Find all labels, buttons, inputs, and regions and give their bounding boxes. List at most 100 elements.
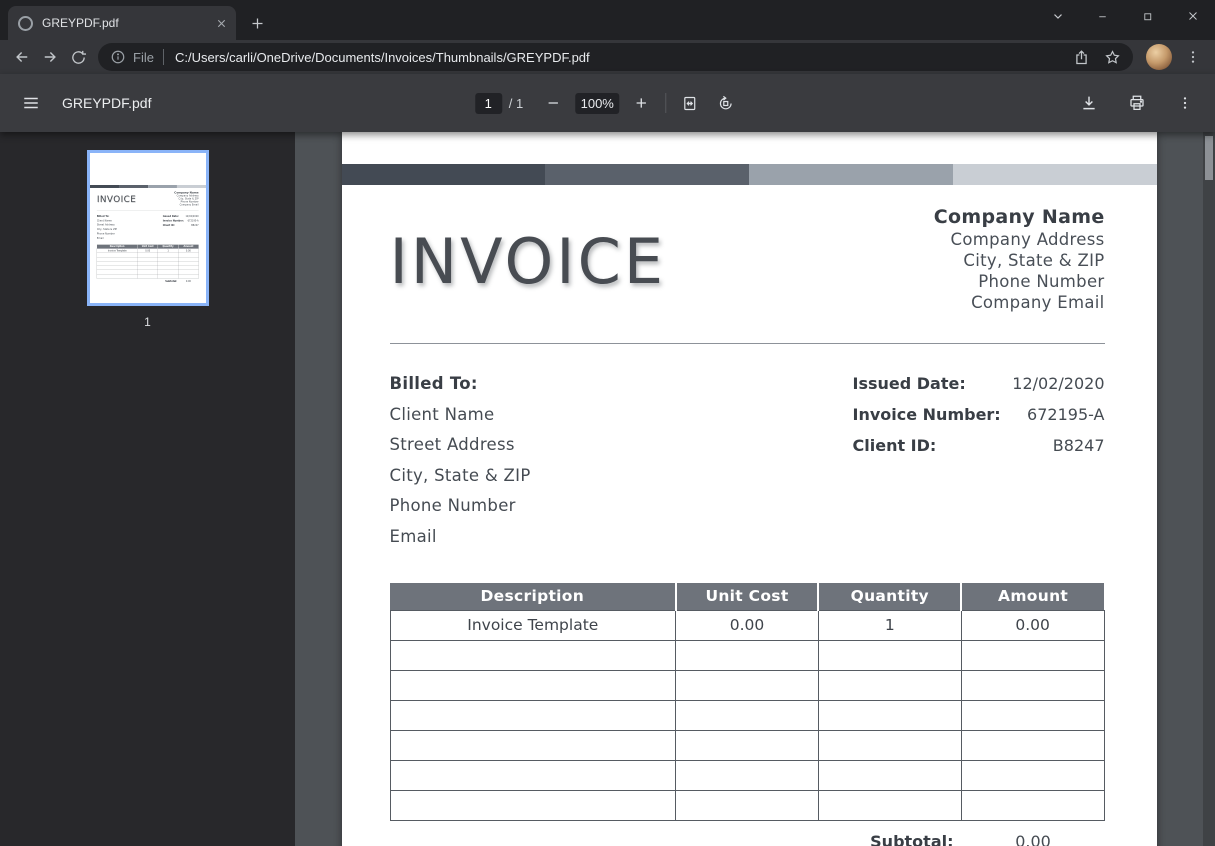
page-number-input[interactable] <box>475 93 502 114</box>
browser-menu-button[interactable] <box>1179 43 1207 71</box>
cell-amount: 0.00 <box>961 610 1104 640</box>
cell-amount <box>961 700 1104 730</box>
cell-unit-cost <box>676 730 819 760</box>
bookmark-star-icon[interactable] <box>1104 49 1121 66</box>
cell-amount <box>961 790 1104 820</box>
client-phone: Phone Number <box>390 496 531 527</box>
share-icon[interactable] <box>1073 49 1090 66</box>
zoom-out-button[interactable] <box>539 89 567 117</box>
zoom-in-button[interactable] <box>627 89 655 117</box>
thumbnail-page-number: 1 <box>0 315 295 329</box>
pdf-favicon-icon <box>18 16 33 31</box>
cell-description <box>390 760 676 790</box>
cell-quantity <box>818 670 961 700</box>
pdf-toolbar: GREYPDF.pdf / 1 100% <box>0 74 1215 132</box>
fit-page-icon <box>682 95 699 112</box>
cell-description <box>390 730 676 760</box>
cell-unit-cost <box>676 700 819 730</box>
client-city: City, State & ZIP <box>390 466 531 497</box>
omnibox-divider <box>163 49 164 65</box>
cell-description <box>390 700 676 730</box>
minus-icon <box>545 95 561 111</box>
table-row <box>390 760 1104 790</box>
deco-bar <box>342 164 546 185</box>
forward-button[interactable] <box>36 43 64 71</box>
cell-quantity <box>818 760 961 790</box>
cell-description <box>390 790 676 820</box>
cell-amount <box>961 760 1104 790</box>
company-block: Company Name Company Address City, State… <box>934 205 1105 313</box>
company-name: Company Name <box>934 205 1105 229</box>
window-controls <box>1035 0 1215 32</box>
browser-tab[interactable]: GREYPDF.pdf <box>8 6 236 40</box>
tab-title: GREYPDF.pdf <box>42 16 212 30</box>
pdf-action-buttons <box>1075 89 1199 117</box>
reload-button[interactable] <box>64 43 92 71</box>
tab-strip: GREYPDF.pdf <box>0 0 1215 40</box>
page-count-label: / 1 <box>509 96 523 111</box>
table-row <box>390 790 1104 820</box>
maximize-button[interactable] <box>1125 0 1170 32</box>
deco-bar <box>545 164 749 185</box>
invoice-info-row: Billed To: Client Name Street Address Ci… <box>390 374 1105 557</box>
vertical-scrollbar[interactable] <box>1203 132 1215 846</box>
client-name: Client Name <box>390 405 531 436</box>
subtotal-label: Subtotal: <box>819 832 962 846</box>
hamburger-menu-icon <box>22 94 40 112</box>
page-thumbnail-canvas: INVOICE Company Name Company Address Cit… <box>90 185 206 306</box>
file-scheme-label: File <box>133 50 154 65</box>
invoice-meta-block: Issued Date: 12/02/2020 Invoice Number: … <box>853 374 1105 557</box>
deco-bar <box>749 164 953 185</box>
arrow-left-icon <box>13 48 31 66</box>
address-bar[interactable]: File C:/Users/carli/OneDrive/Documents/I… <box>98 43 1133 71</box>
pdf-more-options-button[interactable] <box>1171 89 1199 117</box>
sidebar-toggle-button[interactable] <box>16 88 46 118</box>
client-id-label: Client ID: <box>853 436 937 467</box>
maximize-icon <box>1141 10 1154 23</box>
new-tab-button[interactable] <box>243 9 271 37</box>
fit-to-page-button[interactable] <box>676 89 704 117</box>
scrollbar-thumb[interactable] <box>1205 136 1213 180</box>
cell-unit-cost <box>676 670 819 700</box>
plus-icon <box>633 95 649 111</box>
company-address: Company Address <box>934 229 1105 250</box>
download-button[interactable] <box>1075 89 1103 117</box>
zoom-level-display[interactable]: 100% <box>575 93 619 114</box>
tab-close-button[interactable] <box>212 14 230 32</box>
tab-search-button[interactable] <box>1035 0 1080 32</box>
print-button[interactable] <box>1123 89 1151 117</box>
url-text[interactable]: C:/Users/carli/OneDrive/Documents/Invoic… <box>175 50 1063 65</box>
issued-date-label: Issued Date: <box>853 374 966 405</box>
kebab-menu-icon <box>1177 95 1193 111</box>
minimize-button[interactable] <box>1080 0 1125 32</box>
deco-bar <box>953 164 1157 185</box>
cell-amount <box>961 640 1104 670</box>
cell-unit-cost <box>676 790 819 820</box>
cell-quantity <box>818 790 961 820</box>
close-window-button[interactable] <box>1170 0 1215 32</box>
cell-unit-cost <box>676 640 819 670</box>
rotate-button[interactable] <box>712 89 740 117</box>
pdf-content-area: INVOICE Company Name Company Address Cit… <box>0 132 1215 846</box>
table-row <box>390 700 1104 730</box>
cell-description <box>390 670 676 700</box>
back-button[interactable] <box>8 43 36 71</box>
company-city: City, State & ZIP <box>934 250 1105 271</box>
page-thumbnail[interactable]: INVOICE Company Name Company Address Cit… <box>87 150 209 306</box>
subtotal-value: 0.00 <box>962 832 1105 846</box>
thumbnail-sidebar: INVOICE Company Name Company Address Cit… <box>0 132 295 846</box>
client-id-value: B8247 <box>1053 436 1105 467</box>
close-icon <box>1186 9 1200 23</box>
toolbar-divider <box>665 93 666 113</box>
meta-row: Client ID: B8247 <box>853 436 1105 467</box>
pdf-page: INVOICE Company Name Company Address Cit… <box>342 132 1157 846</box>
cell-amount <box>961 670 1104 700</box>
header-description: Description <box>390 583 676 610</box>
profile-avatar[interactable] <box>1146 44 1172 70</box>
cell-unit-cost: 0.00 <box>676 610 819 640</box>
minimize-icon <box>1096 10 1109 23</box>
browser-navbar: File C:/Users/carli/OneDrive/Documents/I… <box>0 40 1215 74</box>
pdf-viewport[interactable]: INVOICE Company Name Company Address Cit… <box>295 132 1203 846</box>
table-row <box>390 670 1104 700</box>
header-amount: Amount <box>961 583 1104 610</box>
